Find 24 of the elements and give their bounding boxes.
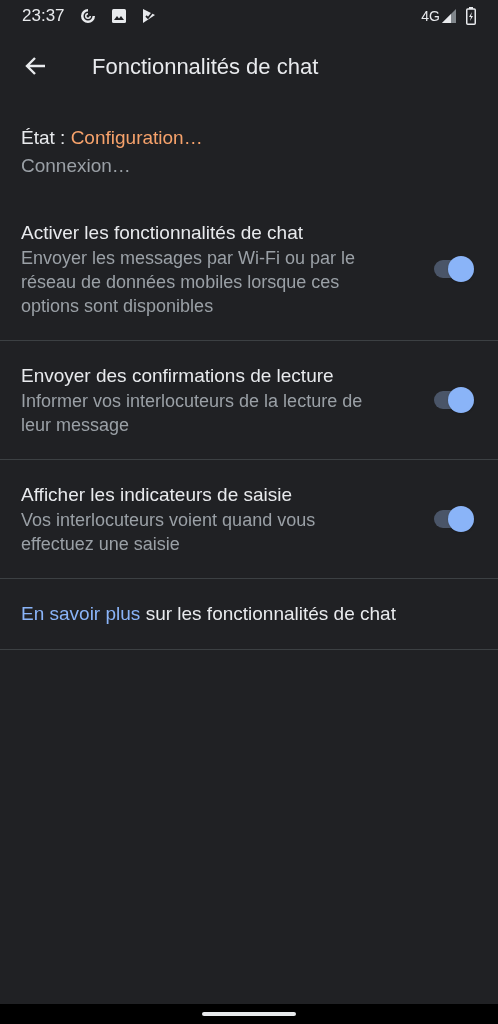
setting-title: Envoyer des confirmations de lecture [21, 364, 335, 388]
status-label: État : [21, 127, 66, 148]
learn-more-link[interactable]: En savoir plus [21, 603, 141, 624]
setting-title: Activer les fonctionnalités de chat [21, 221, 304, 245]
setting-title: Afficher les indicateurs de saisie [21, 483, 294, 507]
setting-row[interactable]: Envoyer des confirmations de lecture Informer vos interlocuteurs de la lecture de leur message [0, 341, 498, 460]
sync-icon [78, 7, 97, 25]
back-arrow-icon [25, 55, 47, 77]
status-time: 23:37 [22, 5, 65, 28]
battery-charging-icon [466, 7, 476, 25]
status-detail: Connexion… [21, 154, 132, 178]
image-icon [110, 8, 127, 24]
setting-summary: Envoyer les messages par Wi-Fi ou par le réseau de données mobiles lorsque ces options sont disponibles [21, 247, 357, 318]
setting-summary: Vos interlocuteurs voient quand vous effectuez une saisie [21, 509, 317, 556]
checkmark-icon [140, 8, 157, 24]
status-value: Configuration… [70, 127, 203, 148]
setting-row[interactable]: Afficher les indicateurs de saisie Vos interlocuteurs voient quand vous effectuez une saisie [0, 460, 498, 579]
page-title: Fonctionnalités de chat [92, 52, 319, 81]
learn-more-text: En savoir plus sur les fonctionnalités de chat [21, 602, 397, 626]
network-type: 4G [421, 6, 440, 26]
signal-icon [442, 9, 456, 23]
home-handle[interactable] [202, 1012, 296, 1016]
setting-row[interactable]: Activer les fonctionnalités de chat Envoyer les messages par Wi-Fi ou par le réseau de données mobiles lorsque ces options sont disponibles [0, 210, 498, 341]
setting-summary: Informer vos interlocuteurs de la lecture de leur message [21, 390, 364, 437]
